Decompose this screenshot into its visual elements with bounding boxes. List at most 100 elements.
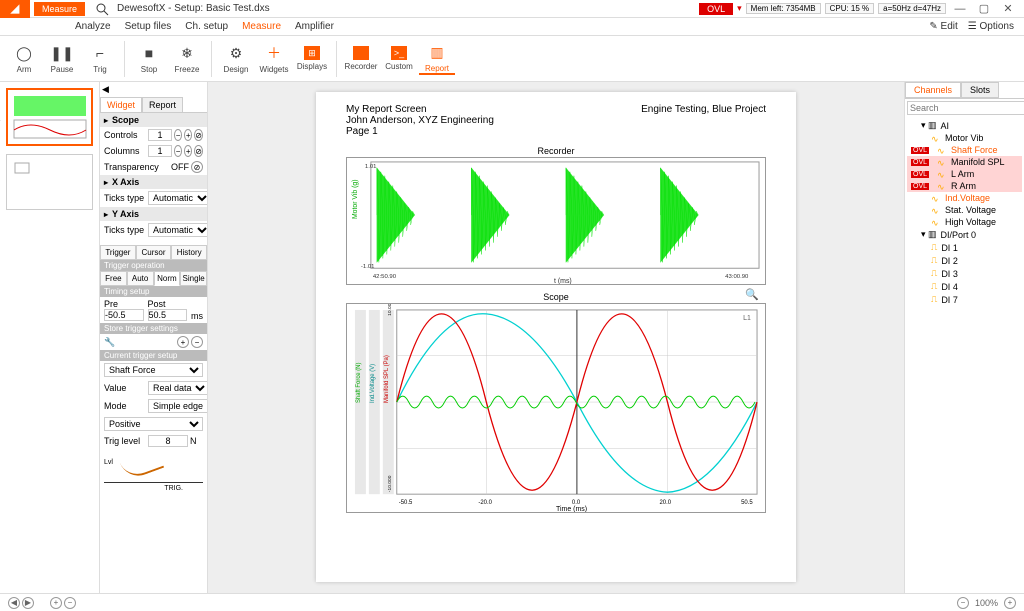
current-trigger-header: Current trigger setup <box>100 350 207 361</box>
nav-prev-icon[interactable]: ▶ <box>22 597 34 609</box>
search-input[interactable] <box>907 101 1024 115</box>
close-button[interactable]: ✕ <box>998 2 1018 15</box>
ch-di4[interactable]: ⎍ DI 4 <box>907 280 1022 293</box>
store-icon[interactable]: 🔧 <box>104 337 115 348</box>
dropdown-icon[interactable]: ▾ <box>737 3 742 14</box>
stop-button[interactable]: ■Stop <box>131 43 167 74</box>
inc-icon[interactable]: + <box>184 129 192 141</box>
zoom-out-icon[interactable]: − <box>64 597 76 609</box>
trig-button[interactable]: ⌐Trig <box>82 43 118 74</box>
recorder-title: Recorder <box>346 145 766 157</box>
trigger-mode-select[interactable]: Simple edge <box>148 399 208 413</box>
ch-l-arm[interactable]: OVL∿L Arm <box>907 168 1022 180</box>
recorder-tab[interactable]: Recorder <box>343 46 379 71</box>
nav-back-icon[interactable]: ◀ <box>102 84 109 95</box>
group-di[interactable]: ▾ ▥ DI/Port 0 <box>907 228 1022 241</box>
page-thumb-1[interactable]: 1 <box>6 88 93 146</box>
xticks-select[interactable]: Automatic <box>148 191 208 205</box>
menu-ch-setup[interactable]: Ch. setup <box>185 21 228 32</box>
group-ai[interactable]: ▾ ▥ AI <box>907 119 1022 132</box>
controls-input[interactable] <box>148 129 172 141</box>
svg-text:1.01: 1.01 <box>365 164 377 170</box>
menu-analyze[interactable]: Analyze <box>75 21 111 32</box>
arm-button[interactable]: ◯Arm <box>6 43 42 74</box>
tab-report[interactable]: Report <box>142 97 183 112</box>
dec-icon[interactable]: − <box>174 129 182 141</box>
measure-mode-button[interactable]: Measure <box>34 2 85 16</box>
app-logo: ◢ <box>0 0 30 18</box>
menu-measure[interactable]: Measure <box>242 21 281 32</box>
displays-icon: ⊞ <box>304 46 320 60</box>
search-icon[interactable] <box>93 0 111 18</box>
trigger-polarity-select[interactable]: Positive <box>104 417 203 431</box>
trigger-value-select[interactable]: Real data <box>148 381 208 395</box>
nav-first-icon[interactable]: ◀ <box>8 597 20 609</box>
gear-icon: ⚙ <box>226 43 246 63</box>
zoom-in-icon[interactable]: + <box>50 597 62 609</box>
report-page[interactable]: My Report Screen John Anderson, XYZ Engi… <box>316 92 796 582</box>
post-input[interactable] <box>148 309 188 321</box>
menu-setup-files[interactable]: Setup files <box>125 21 172 32</box>
ch-manifold-spl[interactable]: OVL∿Manifold SPL <box>907 156 1022 168</box>
report-author: John Anderson, XYZ Engineering <box>346 115 494 126</box>
channels-panel: Channels Slots 🔍▾ ▾ ▥ AI ∿Motor Vib OVL∿… <box>904 82 1024 593</box>
report-canvas[interactable]: My Report Screen John Anderson, XYZ Engi… <box>208 82 904 593</box>
section-xaxis[interactable]: X Axis <box>100 175 207 189</box>
tab-cursor[interactable]: Cursor <box>136 245 172 260</box>
scope-title: Scope <box>346 291 766 303</box>
properties-panel: ◀ Widget Report Scope Controls−+⊘ Column… <box>100 82 208 593</box>
memory-indicator: Mem left: 7354MB <box>746 3 821 14</box>
recorder-chart[interactable]: Motor Vib (g) 1.01 -1.01 42:50.90 43:00.… <box>346 157 766 285</box>
section-yaxis[interactable]: Y Axis <box>100 207 207 221</box>
store-header: Store trigger settings <box>100 323 207 334</box>
zoom-in-icon-2[interactable]: + <box>1004 597 1016 609</box>
yticks-select[interactable]: Automatic <box>148 223 208 237</box>
freeze-button[interactable]: ❄Freeze <box>169 43 205 74</box>
ch-ind-voltage[interactable]: ∿Ind.Voltage <box>907 192 1022 204</box>
maximize-button[interactable]: ▢ <box>974 2 994 15</box>
ch-r-arm[interactable]: OVL∿R Arm <box>907 180 1022 192</box>
edit-button[interactable]: ✎ Edit <box>929 21 957 32</box>
ch-di3[interactable]: ⎍ DI 3 <box>907 267 1022 280</box>
magnify-icon[interactable]: 🔍 <box>745 288 759 301</box>
triglevel-input[interactable] <box>148 435 188 447</box>
toggle-icon[interactable]: ⊘ <box>191 161 203 173</box>
mode-auto[interactable]: Auto <box>127 271 154 286</box>
columns-input[interactable] <box>148 145 172 157</box>
reset-icon[interactable]: ⊘ <box>194 129 203 141</box>
report-tab[interactable]: ▥Report <box>419 42 455 75</box>
options-button[interactable]: ☰ Options <box>968 21 1014 32</box>
ch-stat-voltage[interactable]: ∿Stat. Voltage <box>907 204 1022 216</box>
custom-tab[interactable]: >_Custom <box>381 46 417 71</box>
ch-di2[interactable]: ⎍ DI 2 <box>907 254 1022 267</box>
design-button[interactable]: ⚙Design <box>218 43 254 74</box>
tab-slots[interactable]: Slots <box>961 82 999 98</box>
scope-chart[interactable]: 🔍 Shaft Force <box>346 303 766 513</box>
ch-high-voltage[interactable]: ∿High Voltage <box>907 216 1022 228</box>
ch-shaft-force[interactable]: OVL∿Shaft Force <box>907 144 1022 156</box>
mode-single[interactable]: Single <box>180 271 207 286</box>
tab-trigger[interactable]: Trigger <box>100 245 136 260</box>
menu-amplifier[interactable]: Amplifier <box>295 21 334 32</box>
pre-input[interactable] <box>104 309 144 321</box>
tab-history[interactable]: History <box>171 245 207 260</box>
zoom-out-icon-2[interactable]: − <box>957 597 969 609</box>
tab-widget[interactable]: Widget <box>100 97 142 112</box>
minimize-button[interactable]: — <box>950 3 970 15</box>
widgets-button[interactable]: ＋Widgets <box>256 43 292 74</box>
section-scope[interactable]: Scope <box>100 113 207 127</box>
trigger-source-select[interactable]: Shaft Force <box>104 363 203 377</box>
mode-free[interactable]: Free <box>100 271 127 286</box>
page-thumb-2[interactable]: 2 <box>6 154 93 210</box>
ch-di7[interactable]: ⎍ DI 7 <box>907 293 1022 306</box>
tab-channels[interactable]: Channels <box>905 82 961 98</box>
pause-button[interactable]: ❚❚Pause <box>44 43 80 74</box>
report-project: Engine Testing, Blue Project <box>641 104 766 137</box>
mode-norm[interactable]: Norm <box>154 271 181 286</box>
displays-button[interactable]: ⊞Displays <box>294 46 330 71</box>
ch-motor-vib[interactable]: ∿Motor Vib <box>907 132 1022 144</box>
plus-icon: ＋ <box>264 43 284 63</box>
ch-di1[interactable]: ⎍ DI 1 <box>907 241 1022 254</box>
svg-text:43:00.90: 43:00.90 <box>725 274 749 280</box>
svg-text:42:50.90: 42:50.90 <box>373 274 397 280</box>
